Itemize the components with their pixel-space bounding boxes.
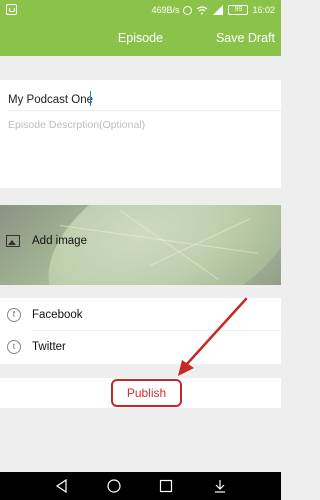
facebook-icon: f [7,308,21,322]
home-icon[interactable] [106,478,122,494]
social-share-list: f Facebook t Twitter [0,298,281,364]
publish-section: Publish [0,378,281,408]
network-speed: 469B/s [151,5,180,15]
battery-icon: 99 [228,5,249,15]
recents-icon[interactable] [158,478,174,494]
twitter-icon: t [7,340,21,354]
add-image-label: Add image [32,235,87,247]
app-icon [6,4,17,15]
save-draft-button[interactable]: Save Draft [216,20,275,56]
episode-details-card [0,80,281,188]
image-icon [6,235,20,247]
cover-image-area[interactable]: Add image [0,205,281,285]
back-icon[interactable] [54,478,70,494]
system-nav-bar [0,472,281,500]
episode-title-input[interactable] [8,88,274,112]
publish-button[interactable]: Publish [111,379,182,407]
status-icons: 469B/s 99 16:02 [151,0,275,20]
alarm-icon [183,5,193,15]
page-title-text: Episode [117,31,164,45]
share-facebook-row[interactable]: f Facebook [0,299,281,331]
status-time: 16:02 [252,5,275,15]
facebook-label: Facebook [32,309,83,321]
text-cursor [90,91,91,106]
twitter-label: Twitter [32,341,66,353]
wifi-icon [197,5,208,14]
divider [8,110,281,111]
app-toolbar: Episode Save Draft [0,20,281,56]
signal-icon [213,5,224,15]
episode-description-input[interactable] [8,115,274,135]
add-image-button[interactable]: Add image [6,235,87,247]
share-twitter-row[interactable]: t Twitter [0,331,281,363]
status-bar: 469B/s 99 16:02 [0,0,281,20]
notification-pull-icon[interactable] [212,478,228,494]
